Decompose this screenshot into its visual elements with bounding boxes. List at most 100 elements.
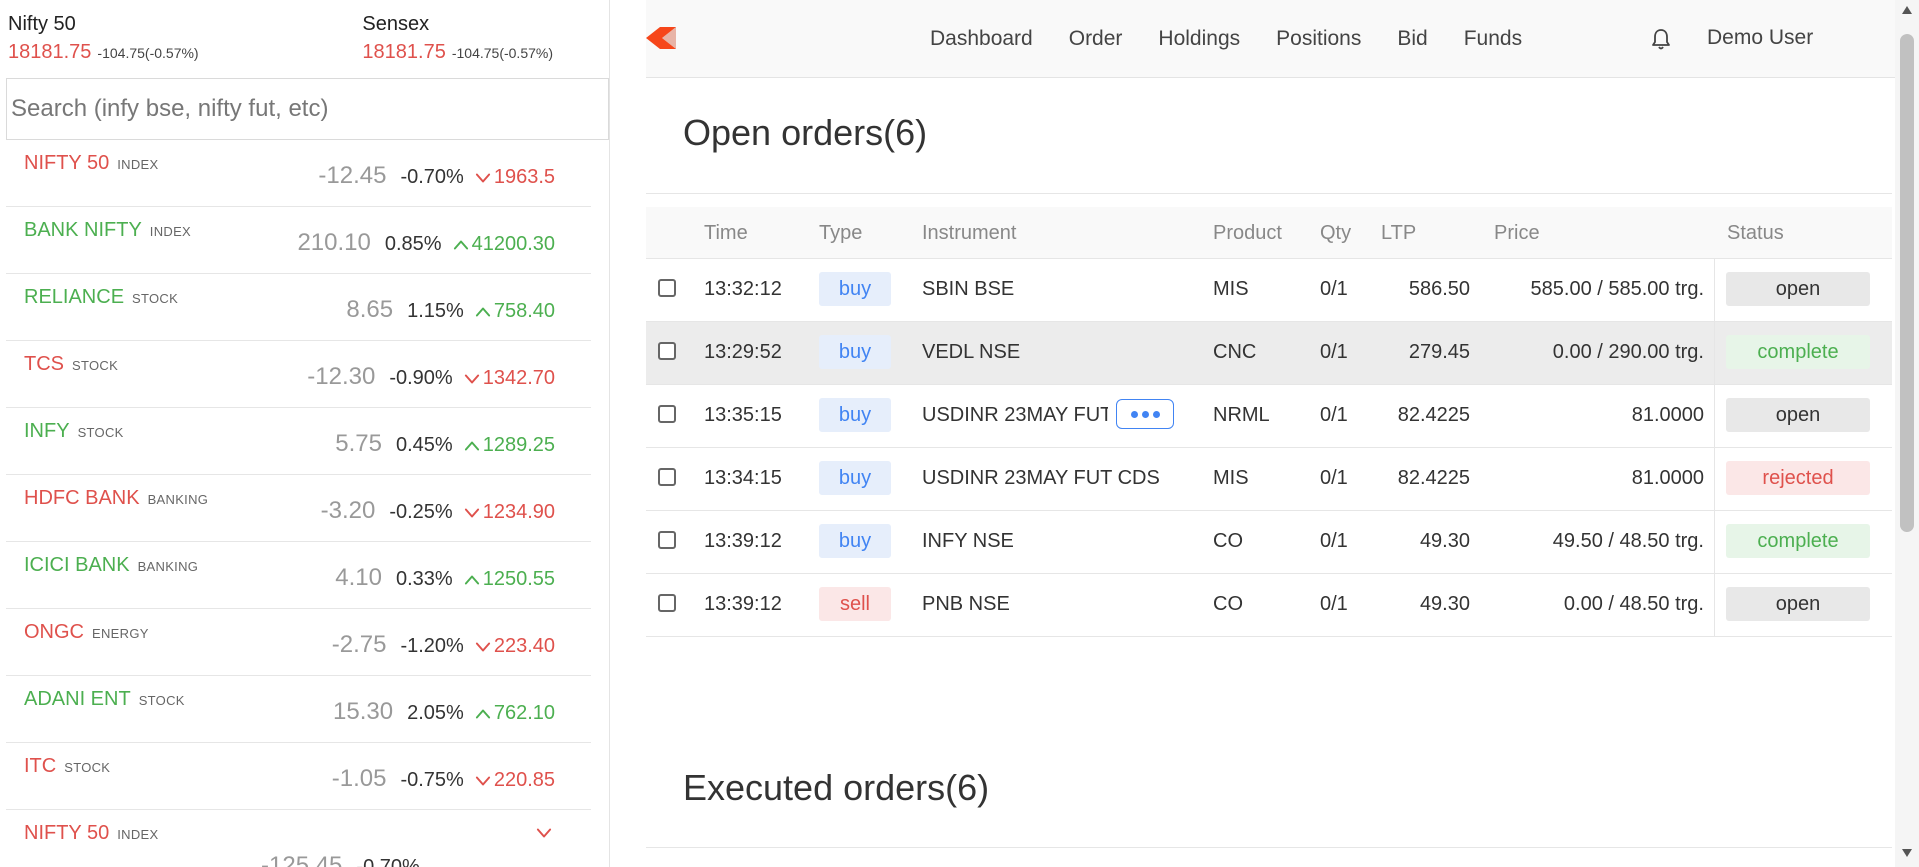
list-item[interactable]: BANK NIFTY INDEX 210.10 0.85% 41200.30 — [6, 207, 591, 274]
row-checkbox[interactable] — [658, 405, 676, 423]
nav-order[interactable]: Order — [1069, 27, 1123, 51]
instrument-ltp: 41200.30 — [452, 233, 555, 256]
user-menu[interactable]: Demo User — [1707, 26, 1813, 50]
scroll-down-icon[interactable] — [1902, 849, 1912, 857]
table-row[interactable]: 13:29:52 buy VEDL NSE CNC 0/1 279.45 0.00 / 29… — [646, 322, 1892, 385]
list-item[interactable]: ITC STOCK -1.05 -0.75% 220.85 — [6, 743, 591, 810]
list-item[interactable]: INFY STOCK 5.75 0.45% 1289.25 — [6, 408, 591, 475]
row-checkbox[interactable] — [658, 279, 676, 297]
row-checkbox[interactable] — [658, 531, 676, 549]
instrument-name: TCS STOCK — [24, 353, 118, 376]
index-name: Nifty 50 — [8, 13, 76, 35]
instrument-symbol: TCS — [24, 353, 64, 375]
col-time[interactable]: Time — [704, 222, 748, 245]
table-row[interactable]: 13:34:15 buy USDINR 23MAY FUT CDS MIS 0/1 82.… — [646, 448, 1892, 511]
chevron-down-icon — [464, 508, 479, 518]
order-instrument: USDINR 23MAY FUT CDS — [922, 467, 1160, 489]
instrument-percent: -0.90% — [389, 367, 453, 389]
list-item[interactable]: RELIANCE STOCK 8.65 1.15% 758.40 — [6, 274, 591, 341]
nav-positions[interactable]: Positions — [1276, 27, 1361, 51]
row-checkbox[interactable] — [658, 468, 676, 486]
order-qty: 0/1 — [1320, 593, 1348, 615]
more-dots-icon[interactable] — [1116, 399, 1174, 429]
col-ltp[interactable]: LTP — [1381, 222, 1416, 245]
column-separator — [1714, 511, 1715, 574]
nav-funds[interactable]: Funds — [1464, 27, 1522, 51]
instrument-name: INFY STOCK — [24, 420, 124, 443]
instrument-segment: INDEX — [117, 827, 159, 842]
instrument-change: -3.20 — [320, 497, 376, 524]
instrument-segment: BANKING — [137, 559, 199, 574]
instrument-segment: BANKING — [147, 492, 209, 507]
instrument-percent: -0.70% — [356, 856, 420, 867]
table-row[interactable]: 13:39:12 buy INFY NSE CO 0/1 49.30 49.50 / 48.… — [646, 511, 1892, 574]
order-qty: 0/1 — [1320, 404, 1348, 426]
instrument-quote: 15.30 2.05% 762.10 — [333, 698, 555, 726]
table-row[interactable]: 13:32:12 buy SBIN BSE MIS 0/1 586.50 585.00 / … — [646, 259, 1892, 322]
list-item[interactable]: ICICI BANK BANKING 4.10 0.33% 1250.55 — [6, 542, 591, 609]
instrument-change: 15.30 — [333, 698, 394, 725]
instrument-percent: 0.33% — [395, 568, 453, 590]
row-checkbox[interactable] — [658, 594, 676, 612]
nav-holdings[interactable]: Holdings — [1158, 27, 1240, 51]
order-instrument: PNB NSE — [922, 593, 1010, 615]
watchlist: NIFTY 50 INDEX -12.45 -0.70% 1963.5 BANK NIFT… — [6, 140, 591, 867]
list-item[interactable]: TCS STOCK -12.30 -0.90% 1342.70 — [6, 341, 591, 408]
order-qty: 0/1 — [1320, 278, 1348, 300]
instrument-quote: -2.75 -1.20% 223.40 — [332, 631, 555, 659]
list-item[interactable]: HDFC BANK BANKING -3.20 -0.25% 1234.90 — [6, 475, 591, 542]
instrument-ltp: 223.40 — [474, 635, 555, 658]
list-item[interactable]: NIFTY 50 INDEX -12.45 -0.70% 1963.5 — [6, 140, 591, 207]
col-instrument[interactable]: Instrument — [922, 222, 1016, 245]
chevron-up-icon — [464, 441, 479, 451]
status-badge: rejected — [1726, 461, 1870, 495]
list-item[interactable]: NIFTY 50 INDEX -125.45 -0.70% — [6, 810, 591, 867]
col-qty[interactable]: Qty — [1320, 222, 1351, 245]
chevron-down-icon — [536, 828, 552, 838]
col-type[interactable]: Type — [819, 222, 862, 245]
instrument-segment: STOCK — [72, 358, 119, 373]
instrument-symbol: HDFC BANK — [24, 487, 140, 509]
kite-logo-icon[interactable] — [646, 27, 676, 49]
ltp-value: 223.40 — [493, 635, 555, 657]
col-price[interactable]: Price — [1494, 222, 1540, 245]
expand-row[interactable] — [535, 824, 555, 842]
instrument-symbol: ITC — [24, 755, 57, 777]
instrument-percent: -0.25% — [389, 501, 453, 523]
nav-bid[interactable]: Bid — [1397, 27, 1427, 51]
scroll-up-icon[interactable] — [1902, 6, 1912, 14]
list-item[interactable]: ADANI ENT STOCK 15.30 2.05% 762.10 — [6, 676, 591, 743]
order-ltp: 49.30 — [1419, 593, 1470, 615]
instrument-ltp: 1342.70 — [463, 367, 555, 390]
chevron-down-icon — [475, 776, 490, 786]
instrument-change: 210.10 — [297, 229, 371, 256]
order-qty: 0/1 — [1320, 341, 1348, 363]
bell-icon[interactable] — [1650, 27, 1672, 51]
instrument-change: -1.05 — [331, 765, 387, 792]
scrollbar-thumb[interactable] — [1900, 34, 1914, 532]
index-sensex[interactable]: Sensex 18181.75 -104.75(-0.57%) — [355, 0, 609, 78]
table-row[interactable]: 13:35:15 buy USDINR 23MAY FUT CDS NRML 0/1 82… — [646, 385, 1892, 448]
instrument-symbol: NIFTY 50 — [24, 822, 110, 844]
divider — [646, 847, 1892, 848]
ltp-value: 1234.90 — [482, 501, 555, 523]
instrument-percent: -1.20% — [400, 635, 464, 657]
index-nifty[interactable]: Nifty 50 18181.75 -104.75(-0.57%) — [0, 0, 355, 78]
instrument-ltp: 762.10 — [474, 702, 555, 725]
col-status[interactable]: Status — [1727, 222, 1784, 245]
page-scrollbar[interactable] — [1895, 0, 1919, 867]
table-row[interactable]: 13:39:12 sell PNB NSE CO 0/1 49.30 0.00 / 48.5… — [646, 574, 1892, 637]
nav-dashboard[interactable]: Dashboard — [930, 27, 1033, 51]
row-checkbox[interactable] — [658, 342, 676, 360]
instrument-segment: INDEX — [149, 224, 192, 239]
index-change: -104.75(-0.57%) — [451, 45, 554, 61]
order-ltp: 586.50 — [1408, 278, 1470, 300]
column-separator — [1714, 259, 1715, 322]
list-item[interactable]: ONGC ENERGY -2.75 -1.20% 223.40 — [6, 609, 591, 676]
order-time: 13:34:15 — [704, 467, 782, 489]
col-product[interactable]: Product — [1213, 222, 1282, 245]
search-input[interactable] — [7, 79, 608, 139]
index-name: Sensex — [362, 13, 430, 35]
order-ltp: 279.45 — [1408, 341, 1470, 363]
order-time: 13:39:12 — [704, 593, 782, 615]
